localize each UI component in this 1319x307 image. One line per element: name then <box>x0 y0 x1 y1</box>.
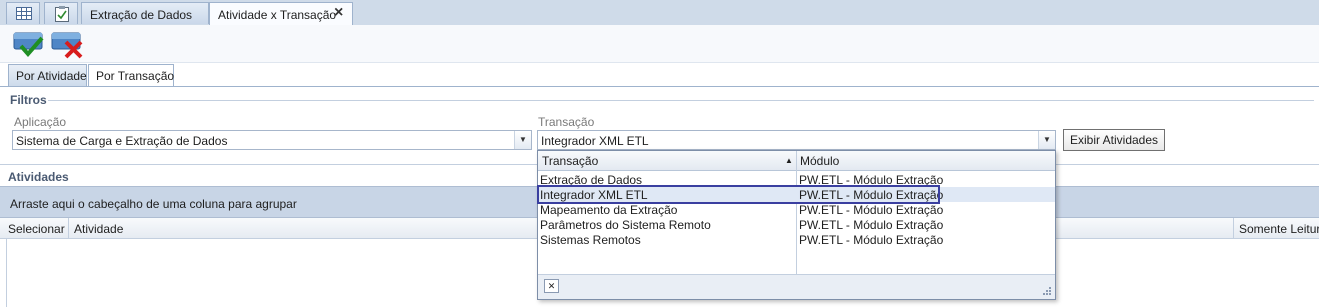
column-atividade[interactable]: Atividade <box>74 222 123 236</box>
tab-por-atividade[interactable]: Por Atividade <box>8 64 87 86</box>
tab-por-transacao[interactable]: Por Transação <box>88 64 174 87</box>
tab-atividade-x-transacao[interactable]: Atividade x Transação × <box>209 2 353 26</box>
chevron-down-icon[interactable]: ▼ <box>1038 131 1055 149</box>
cancel-icon <box>51 32 83 59</box>
row-modulo: PW.ETL - Módulo Extração <box>799 218 944 232</box>
aplicacao-label: Aplicação <box>14 115 67 129</box>
dropdown-row[interactable]: Parâmetros do Sistema Remoto PW.ETL - Mó… <box>538 217 1055 232</box>
row-transacao: Parâmetros do Sistema Remoto <box>540 218 711 232</box>
row-transacao: Sistemas Remotos <box>540 233 641 247</box>
save-confirm-icon <box>13 32 44 58</box>
tab-divider <box>0 86 1319 87</box>
column-separator <box>1233 218 1234 239</box>
tab-checklist[interactable] <box>44 2 78 24</box>
document-tab-strip: Extração de Dados Atividade x Transação … <box>0 0 1319 26</box>
toolbar <box>0 25 1319 63</box>
row-transacao: Mapeamento da Extração <box>540 203 678 217</box>
row-modulo: PW.ETL - Módulo Extração <box>799 233 944 247</box>
selection-highlight <box>537 185 940 204</box>
grid-left-border <box>6 239 7 307</box>
filters-title: Filtros <box>10 93 47 107</box>
column-selecionar[interactable]: Selecionar <box>8 222 65 236</box>
transacao-dropdown[interactable]: Transação ▲ Módulo Extração de Dados PW.… <box>537 150 1056 300</box>
resize-grip-icon[interactable] <box>1042 286 1052 296</box>
transacao-label: Transação <box>538 115 595 129</box>
close-icon: ✕ <box>547 281 556 291</box>
grid-icon <box>16 7 32 20</box>
close-icon[interactable]: × <box>334 4 343 22</box>
transacao-value: Integrador XML ETL <box>541 134 649 148</box>
cancel-button[interactable] <box>50 29 84 59</box>
column-modulo[interactable]: Módulo <box>800 154 839 168</box>
dropdown-row[interactable]: Mapeamento da Extração PW.ETL - Módulo E… <box>538 202 1055 217</box>
tab-label: Por Atividade <box>16 69 87 83</box>
column-transacao[interactable]: Transação <box>542 154 598 168</box>
tab-extracao-de-dados[interactable]: Extração de Dados <box>81 2 209 24</box>
dropdown-footer: ✕ <box>538 274 1055 299</box>
tab-grid[interactable] <box>6 2 40 24</box>
group-hint: Arraste aqui o cabeçalho de uma coluna p… <box>10 197 297 211</box>
confirm-button[interactable] <box>12 29 46 59</box>
aplicacao-combo[interactable]: Sistema de Carga e Extração de Dados ▼ <box>12 130 532 150</box>
aplicacao-value: Sistema de Carga e Extração de Dados <box>16 134 228 148</box>
transacao-combo[interactable]: Integrador XML ETL ▼ <box>537 130 1056 150</box>
row-modulo: PW.ETL - Módulo Extração <box>799 203 944 217</box>
sort-asc-icon: ▲ <box>785 156 793 165</box>
column-somente-leitura[interactable]: Somente Leitura <box>1239 222 1319 236</box>
column-separator <box>68 218 69 239</box>
checklist-icon <box>55 6 69 22</box>
tab-label: Por Transação <box>96 69 175 83</box>
exibir-atividades-button[interactable]: Exibir Atividades <box>1063 129 1165 151</box>
chevron-down-icon[interactable]: ▼ <box>514 131 531 149</box>
dropdown-row[interactable]: Sistemas Remotos PW.ETL - Módulo Extraçã… <box>538 232 1055 247</box>
tab-label: Extração de Dados <box>90 8 193 22</box>
tab-label: Atividade x Transação <box>218 8 337 22</box>
atividades-title: Atividades <box>8 170 69 184</box>
filters-divider <box>48 100 1314 101</box>
clear-button[interactable]: ✕ <box>544 279 559 293</box>
